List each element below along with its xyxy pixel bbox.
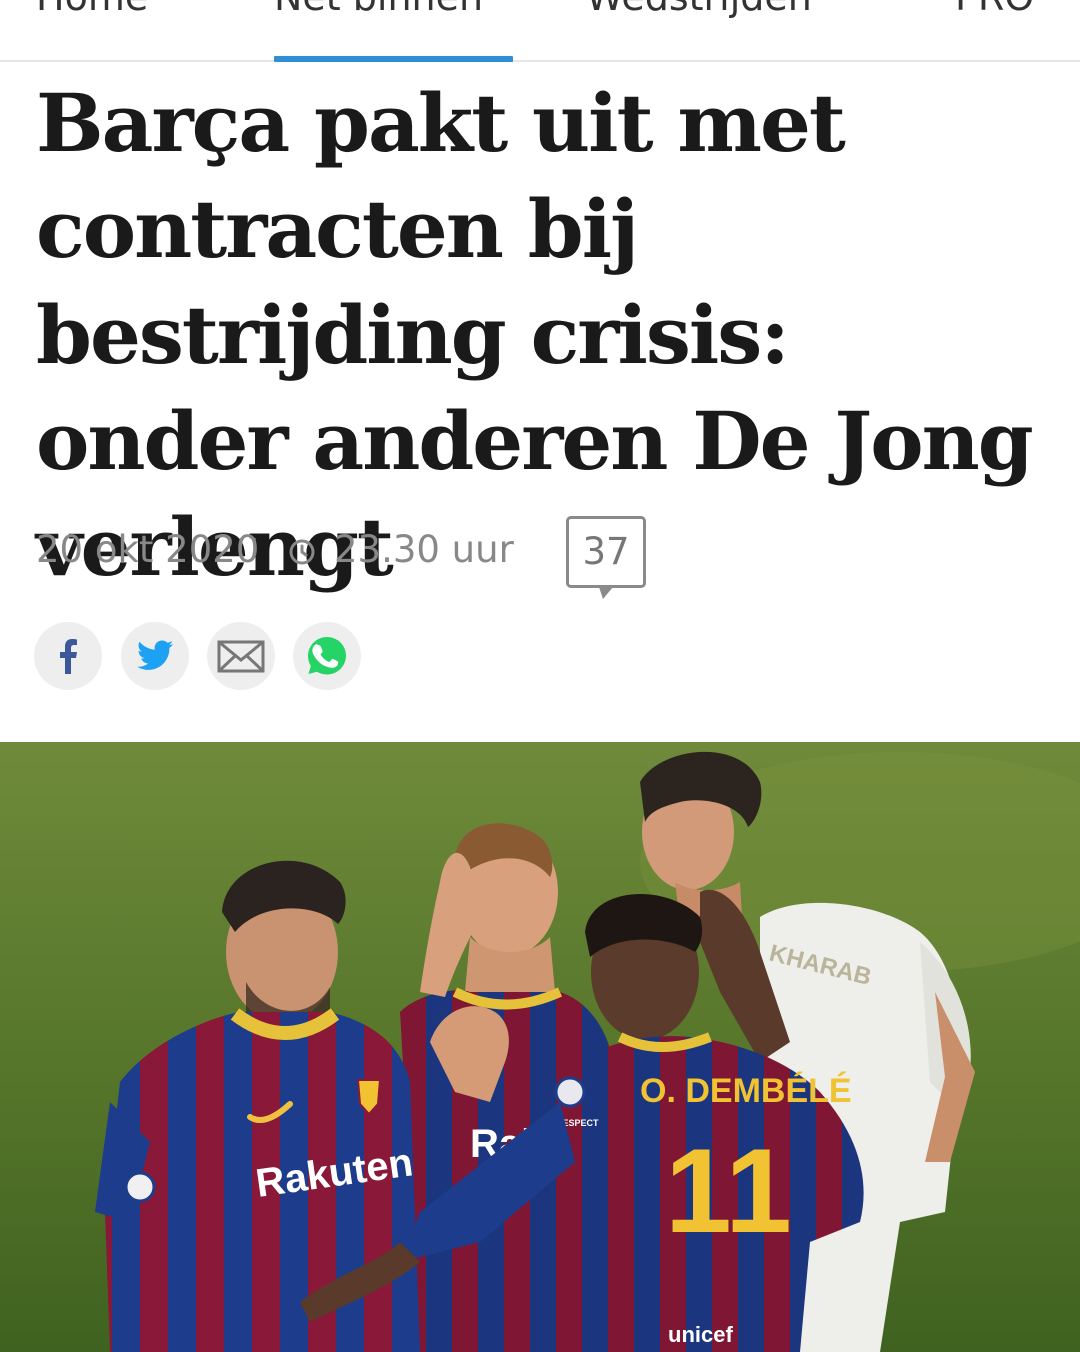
dembele-sleeve-sponsor: unicef	[668, 1322, 733, 1347]
tab-home[interactable]: Home	[36, 0, 148, 16]
share-twitter-button[interactable]	[121, 622, 189, 690]
dembele-jersey-name: O. DEMBÉLÉ	[640, 1072, 852, 1110]
share-mail-button[interactable]	[207, 622, 275, 690]
dembele-jersey-number: 11	[665, 1124, 792, 1258]
clock-icon	[289, 539, 315, 565]
facebook-icon	[60, 639, 77, 674]
football-celebration-photo: KHARAB Rakuten Rakuten	[0, 742, 1080, 1352]
share-facebook-button[interactable]	[34, 622, 102, 690]
active-tab-indicator	[274, 56, 513, 62]
twitter-icon	[137, 640, 173, 670]
tab-wedstrijden[interactable]: Wedstrijden	[586, 0, 812, 16]
tab-net-binnen[interactable]: Net binnen	[274, 0, 483, 16]
comment-count: 37	[582, 530, 630, 573]
share-whatsapp-button[interactable]	[293, 622, 361, 690]
article-hero-image: KHARAB Rakuten Rakuten	[0, 742, 1080, 1352]
mail-icon	[217, 640, 265, 673]
top-navigation: Home Net binnen Wedstrijden PRO	[0, 0, 1080, 62]
comment-count-button[interactable]: 37	[566, 516, 646, 599]
tab-pro[interactable]: PRO	[955, 0, 1034, 16]
article-title: Barça pakt uit met contracten bij bestri…	[36, 76, 1034, 594]
publish-date: 20 okt 2020	[36, 528, 260, 571]
whatsapp-icon	[308, 637, 346, 675]
publish-time: 23.30 uur	[334, 528, 514, 571]
